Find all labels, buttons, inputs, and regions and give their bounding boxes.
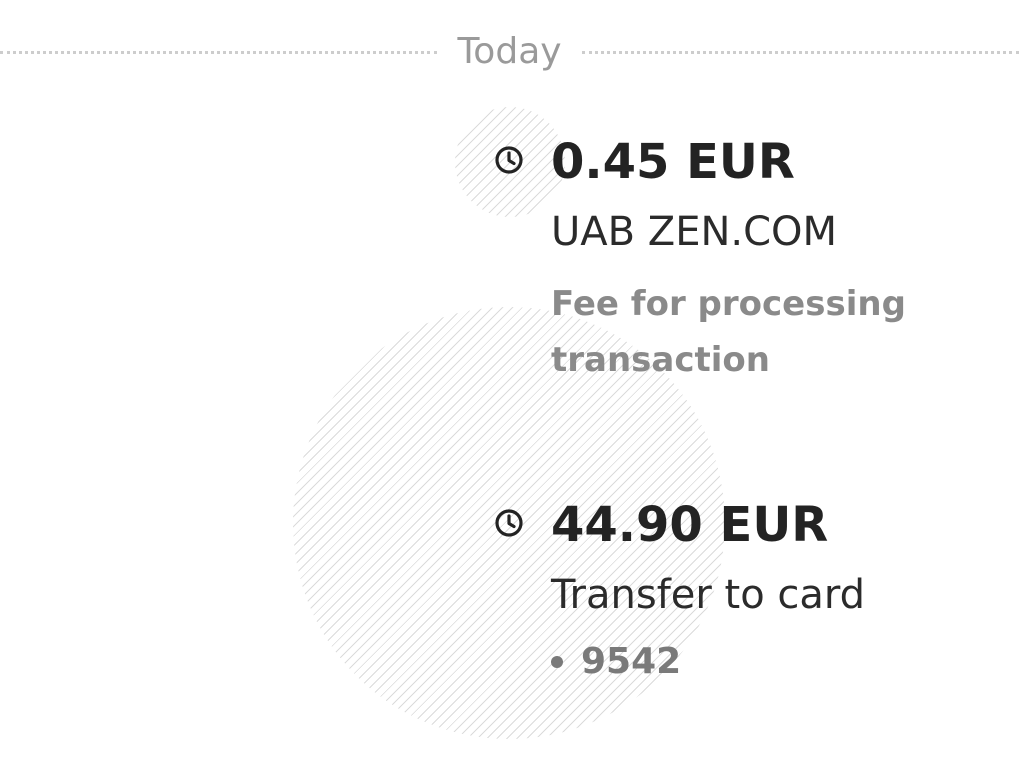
clock-icon: [495, 146, 523, 174]
transaction-details: 44.90 EUR Transfer to card 9542: [551, 493, 1001, 687]
transaction-description: Fee for processing transaction: [551, 284, 906, 380]
clock-icon: [495, 509, 523, 537]
dotted-divider-left: [0, 50, 438, 54]
card-last-digits: 9542: [581, 641, 682, 682]
date-label: Today: [457, 31, 562, 72]
card-number-row: 9542: [551, 637, 1001, 687]
transaction-amount: 44.90 EUR: [551, 497, 829, 553]
transaction-details: 0.45 EUR UAB ZEN.COM Fee for processing …: [551, 130, 1001, 388]
dotted-divider-right: [581, 50, 1019, 54]
transaction-merchant: Transfer to card: [551, 572, 866, 618]
transaction-merchant: UAB ZEN.COM: [551, 209, 838, 255]
transaction-amount: 0.45 EUR: [551, 134, 795, 190]
date-separator: Today: [0, 28, 1019, 76]
bullet-icon: [551, 656, 563, 668]
